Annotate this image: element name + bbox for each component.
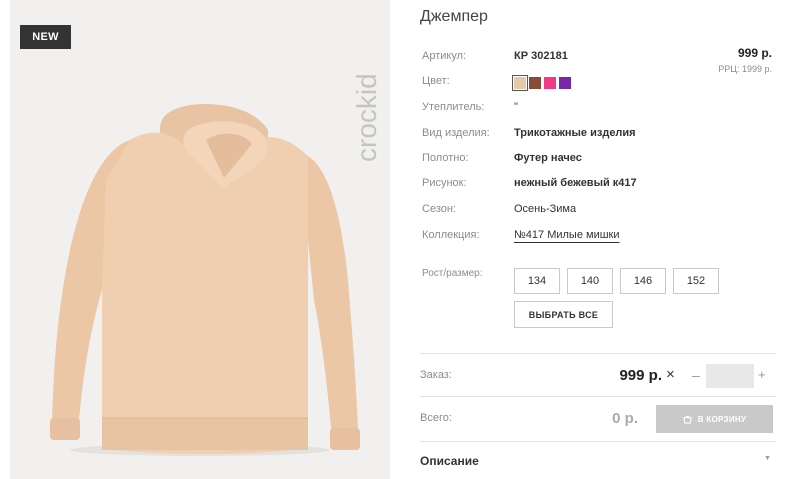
hoodie-image [50, 104, 360, 456]
spec-value: нежный бежевый к417 [514, 177, 637, 189]
size-button-152[interactable]: 152 [673, 268, 719, 294]
spec-value: КР 302181 [514, 50, 568, 62]
spec-label: Артикул: [422, 50, 467, 62]
divider [420, 441, 776, 442]
description-toggle[interactable]: Описание [420, 454, 479, 468]
brand-watermark-icon: crockid [351, 73, 382, 162]
size-button-140[interactable]: 140 [567, 268, 613, 294]
size-label: Рост/размер: [422, 268, 483, 279]
size-button-146[interactable]: 146 [620, 268, 666, 294]
spec-label: Вид изделия: [422, 127, 490, 139]
times-icon: × [666, 366, 675, 383]
spec-value: " [514, 101, 518, 113]
increase-quantity-button[interactable]: + [758, 367, 766, 382]
recommended-retail-price: РРЦ: 1999 р. [718, 64, 772, 74]
cart-icon [682, 415, 692, 424]
color-swatch-brown[interactable] [529, 77, 541, 89]
total-label: Всего: [420, 412, 452, 424]
select-all-sizes-button[interactable]: ВЫБРАТЬ ВСЕ [514, 301, 613, 328]
total-price: 0 р. [612, 410, 638, 427]
add-to-cart-button[interactable]: В КОРЗИНУ [656, 405, 773, 433]
divider [420, 353, 776, 354]
new-badge: NEW [20, 25, 71, 49]
product-title: Джемпер [420, 8, 488, 25]
spec-value: Трикотажные изделия [514, 127, 636, 139]
spec-label: Рисунок: [422, 177, 467, 189]
divider [420, 396, 776, 397]
spec-value: Осень-Зима [514, 203, 577, 215]
order-label: Заказ: [420, 369, 452, 381]
spec-label: Коллекция: [422, 229, 480, 241]
spec-value: Футер начес [514, 152, 582, 164]
collection-link[interactable]: №417 Милые мишки [514, 227, 620, 243]
color-swatches [512, 75, 571, 91]
size-button-134[interactable]: 134 [514, 268, 560, 294]
quantity-input[interactable] [706, 364, 754, 388]
chevron-down-icon[interactable]: ▼ [764, 455, 771, 462]
spec-label: Полотно: [422, 152, 469, 164]
color-swatch-beige[interactable] [512, 75, 528, 91]
spec-label: Цвет: [422, 75, 450, 87]
add-to-cart-label: В КОРЗИНУ [697, 414, 747, 424]
product-photo: crockid NEW [10, 0, 390, 479]
spec-label: Сезон: [422, 203, 456, 215]
color-swatch-purple[interactable] [559, 77, 571, 89]
order-price: 999 р. [619, 367, 662, 384]
product-price: 999 р. [737, 46, 772, 60]
color-swatch-pink[interactable] [544, 77, 556, 89]
decrease-quantity-button[interactable]: – [692, 367, 700, 383]
brand-watermark-text: crockid [351, 73, 382, 162]
spec-label: Утеплитель: [422, 101, 485, 113]
